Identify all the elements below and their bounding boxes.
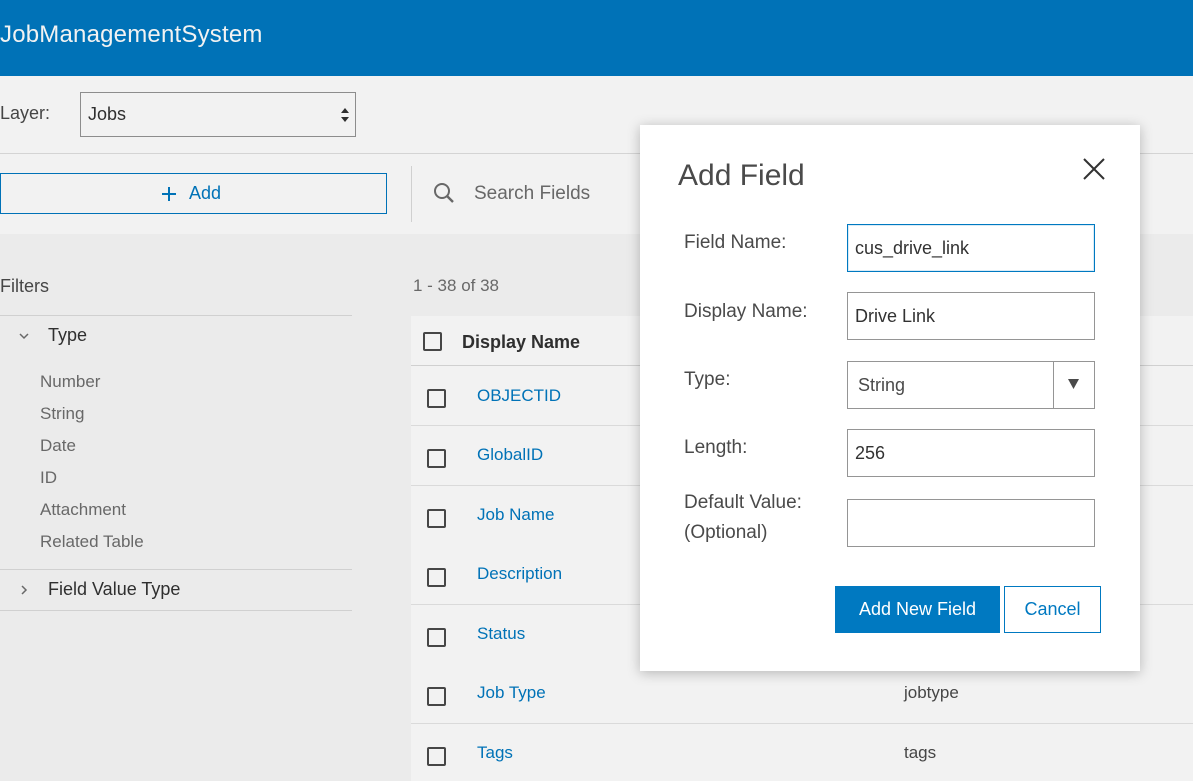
close-icon[interactable] (1081, 156, 1107, 182)
default-value-label-line1: Default Value: (684, 492, 802, 513)
add-field-modal: Add Field Field Name: Display Name: Type… (640, 125, 1140, 671)
type-select-value: String (858, 375, 906, 395)
cancel-button[interactable]: Cancel (1004, 586, 1101, 633)
field-name-input[interactable] (847, 224, 1095, 272)
modal-title: Add Field (678, 159, 805, 192)
type-select[interactable]: String (847, 361, 1095, 409)
field-name-label: Field Name: (684, 232, 787, 253)
display-name-label: Display Name: (684, 301, 808, 322)
select-divider (1053, 362, 1054, 408)
length-input[interactable] (847, 429, 1095, 477)
length-label: Length: (684, 437, 748, 458)
display-name-input[interactable] (847, 292, 1095, 340)
default-value-input[interactable] (847, 499, 1095, 547)
type-label: Type: (684, 369, 731, 390)
default-value-label-line2: (Optional) (684, 522, 768, 543)
add-new-field-button[interactable]: Add New Field (835, 586, 1000, 633)
default-value-label: Default Value: (Optional) (684, 488, 802, 548)
triangle-down-icon (1068, 379, 1079, 389)
